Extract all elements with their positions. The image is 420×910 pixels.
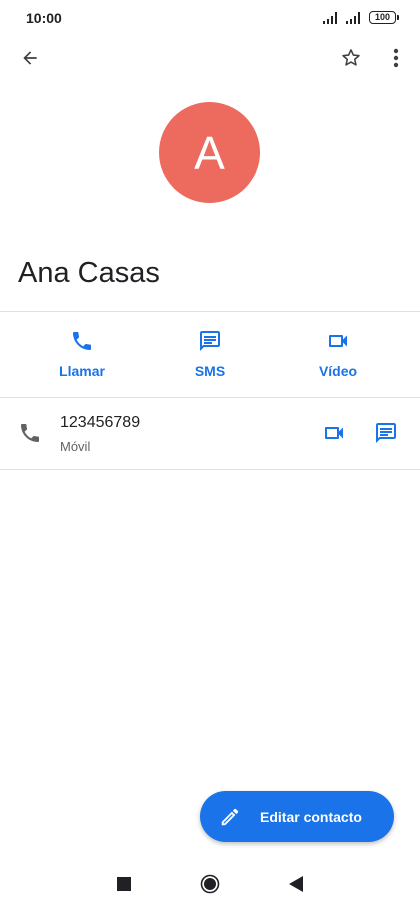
signal-icon-2 (346, 11, 360, 24)
status-time: 10:00 (26, 10, 62, 26)
edit-contact-label: Editar contacto (260, 808, 362, 825)
call-action-label: Llamar (59, 363, 105, 379)
videocam-icon (329, 335, 347, 347)
phone-number: 123456789 (60, 414, 141, 431)
call-action-button[interactable]: Llamar (27, 328, 137, 384)
contact-avatar: A (159, 102, 260, 203)
signal-icon (323, 11, 337, 24)
nav-back-icon[interactable] (289, 876, 303, 892)
message-icon (200, 331, 220, 351)
arrow-back-icon (23, 51, 37, 65)
home-icon[interactable] (200, 874, 220, 894)
back-button[interactable] (14, 42, 46, 74)
edit-pencil-icon (221, 808, 239, 825)
top-app-bar (0, 38, 420, 78)
videocam-icon[interactable] (320, 421, 348, 445)
video-action-label: Vídeo (318, 363, 358, 379)
sms-action-button[interactable]: SMS (155, 328, 265, 384)
phone-number-row[interactable]: 123456789 Móvil (0, 399, 420, 469)
edit-contact-button[interactable]: Editar contacto (200, 791, 394, 842)
system-nav-bar (0, 858, 420, 910)
contact-name: Ana Casas (18, 257, 160, 289)
favorite-button[interactable] (335, 42, 367, 74)
status-icons: 100 (323, 11, 399, 24)
message-icon[interactable] (372, 421, 400, 445)
sms-action-label: SMS (194, 363, 226, 379)
status-bar: 10:00 100 (0, 0, 420, 36)
divider-bottom (0, 469, 420, 470)
star-outline-icon (342, 49, 360, 66)
more-options-button[interactable] (382, 42, 410, 74)
battery-indicator: 100 (369, 11, 399, 24)
video-action-button[interactable]: Vídeo (283, 328, 393, 384)
more-vert-icon (393, 48, 399, 68)
phone-type: Móvil (60, 439, 91, 454)
recents-icon[interactable] (117, 877, 131, 891)
divider-top (0, 311, 420, 312)
phone-icon (21, 424, 39, 442)
divider-middle (0, 397, 420, 398)
phone-icon (73, 332, 91, 350)
